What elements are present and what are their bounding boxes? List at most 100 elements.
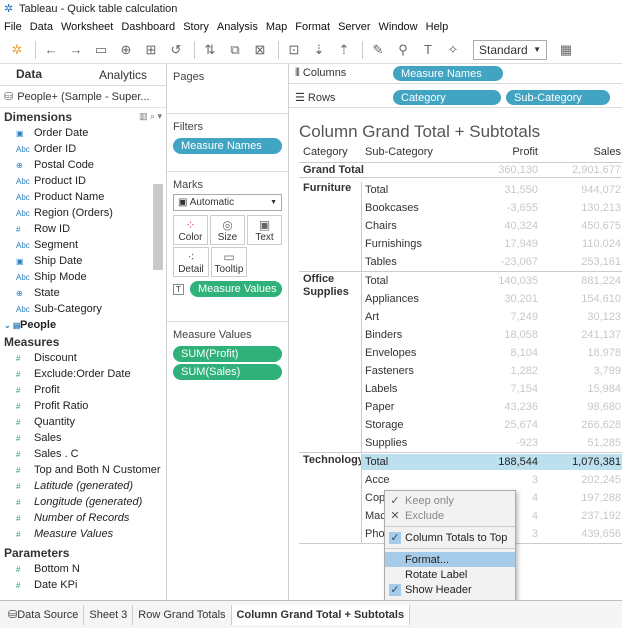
dimensions-scrollbar[interactable] bbox=[153, 184, 163, 270]
sales-cell[interactable]: 98,680 bbox=[544, 399, 621, 415]
measure-field[interactable]: # Latitude (generated) bbox=[0, 478, 166, 494]
tab-analytics[interactable]: Analytics bbox=[83, 64, 166, 85]
subcategory-cell[interactable]: Bookcases bbox=[365, 200, 419, 216]
dimension-field[interactable]: # Row ID bbox=[0, 221, 166, 237]
sales-cell[interactable]: 15,984 bbox=[544, 381, 621, 397]
menu-data[interactable]: Data bbox=[30, 21, 53, 33]
header-subcategory[interactable]: Sub-Category bbox=[365, 146, 433, 162]
text-button[interactable]: ▣ Text bbox=[247, 215, 282, 245]
dimension-field[interactable]: Abc Order ID bbox=[0, 141, 166, 157]
profit-cell[interactable]: -3,655 bbox=[459, 200, 538, 216]
dimension-field[interactable]: ▣ Ship Date bbox=[0, 253, 166, 269]
menu-story[interactable]: Story bbox=[183, 21, 209, 33]
profit-cell[interactable]: 17,949 bbox=[459, 236, 538, 252]
sales-cell[interactable]: 450,675 bbox=[544, 218, 621, 234]
rows-pill-category[interactable]: Category bbox=[393, 90, 501, 105]
subcategory-cell[interactable]: Total bbox=[365, 273, 388, 289]
tableau-home-icon[interactable]: ✲ bbox=[6, 39, 28, 61]
fit-dropdown[interactable]: Standard ▼ bbox=[473, 39, 547, 60]
dimension-field[interactable]: ⊕ State bbox=[0, 285, 166, 301]
rows-pill-subcategory[interactable]: Sub-Category bbox=[506, 90, 610, 105]
group-icon[interactable]: ⊡ bbox=[283, 39, 305, 61]
menu-worksheet[interactable]: Worksheet bbox=[61, 21, 113, 33]
forward-icon[interactable]: → bbox=[65, 39, 87, 61]
search-icon[interactable]: ▥ ⌕ ▾ bbox=[139, 111, 162, 122]
pill-sum-profit[interactable]: SUM(Profit) bbox=[173, 346, 282, 362]
measure-field[interactable]: # Exclude:Order Date bbox=[0, 366, 166, 382]
dimension-field[interactable]: Abc Segment bbox=[0, 237, 166, 253]
sales-cell[interactable]: 154,610 bbox=[544, 291, 621, 307]
profit-cell[interactable]: 25,674 bbox=[459, 417, 538, 433]
measure-field[interactable]: # Number of Records bbox=[0, 510, 166, 526]
menu-item-show-header[interactable]: ✓ Show Header bbox=[385, 582, 515, 597]
new-datasource-icon[interactable]: ⊕ bbox=[115, 39, 137, 61]
size-button[interactable]: ◎ Size bbox=[210, 215, 245, 245]
profit-cell[interactable]: 40,324 bbox=[459, 218, 538, 234]
category-header[interactable]: Technology bbox=[303, 454, 364, 467]
profit-cell[interactable]: 1,282 bbox=[459, 363, 538, 379]
subcategory-cell[interactable]: Paper bbox=[365, 399, 394, 415]
dimension-field[interactable]: Abc Product Name bbox=[0, 189, 166, 205]
new-worksheet-icon[interactable]: ⊞ bbox=[140, 39, 162, 61]
undo-icon[interactable]: ↺ bbox=[165, 39, 187, 61]
sales-cell[interactable]: 881,224 bbox=[544, 273, 621, 289]
menu-window[interactable]: Window bbox=[379, 21, 418, 33]
menu-file[interactable]: File bbox=[4, 21, 22, 33]
subcategory-cell[interactable]: Acce bbox=[365, 472, 389, 488]
label-icon[interactable]: T bbox=[417, 39, 439, 61]
sort-ascending-icon[interactable]: ⇣ bbox=[308, 39, 330, 61]
profit-cell[interactable]: 8,104 bbox=[459, 345, 538, 361]
subcategory-cell[interactable]: Tables bbox=[365, 254, 397, 270]
profit-cell[interactable]: -23,067 bbox=[459, 254, 538, 270]
menu-item-format[interactable]: Format... bbox=[385, 552, 515, 567]
measure-field[interactable]: # Profit Ratio bbox=[0, 398, 166, 414]
subcategory-cell[interactable]: Pho bbox=[365, 526, 385, 542]
pill-sum-sales[interactable]: SUM(Sales) bbox=[173, 364, 282, 380]
profit-cell[interactable]: 188,544 bbox=[459, 454, 538, 470]
subcategory-cell[interactable]: Supplies bbox=[365, 435, 407, 451]
subcategory-cell[interactable]: Binders bbox=[365, 327, 402, 343]
menu-item-exclude[interactable]: ✕ Exclude bbox=[385, 508, 515, 523]
measure-field[interactable]: # Longitude (generated) bbox=[0, 494, 166, 510]
menu-analysis[interactable]: Analysis bbox=[217, 21, 258, 33]
sales-cell[interactable]: 944,072 bbox=[544, 182, 621, 198]
datasource-row[interactable]: ⛁ People+ (Sample - Super... bbox=[0, 86, 166, 108]
color-button[interactable]: ⁘ Color bbox=[173, 215, 208, 245]
subcategory-cell[interactable]: Envelopes bbox=[365, 345, 416, 361]
subcategory-cell[interactable]: Art bbox=[365, 309, 379, 325]
duplicate-icon[interactable]: ⧉ bbox=[224, 39, 246, 61]
marks-pill-measure-values[interactable]: Measure Values bbox=[190, 281, 282, 297]
tab-data[interactable]: Data bbox=[0, 64, 83, 85]
show-me-icon[interactable]: ▦ bbox=[555, 39, 577, 61]
measure-field[interactable]: # Sales . C bbox=[0, 446, 166, 462]
sales-cell[interactable]: 237,192 bbox=[544, 508, 621, 524]
tab-row-grand-totals[interactable]: Row Grand Totals bbox=[133, 604, 232, 625]
highlight-icon[interactable]: ✎ bbox=[367, 39, 389, 61]
back-icon[interactable]: ← bbox=[40, 39, 62, 61]
header-profit[interactable]: Profit bbox=[459, 146, 538, 162]
measure-field[interactable]: # Profit bbox=[0, 382, 166, 398]
menu-item-keep-only[interactable]: ✓ Keep only bbox=[385, 493, 515, 508]
menu-dashboard[interactable]: Dashboard bbox=[121, 21, 175, 33]
sales-cell[interactable]: 266,628 bbox=[544, 417, 621, 433]
sales-cell[interactable]: 439,656 bbox=[544, 526, 621, 542]
filter-pill-measure-names[interactable]: Measure Names bbox=[173, 138, 282, 154]
tab-data-source[interactable]: ⛁ Data Source bbox=[0, 604, 85, 625]
subcategory-cell[interactable]: Labels bbox=[365, 381, 397, 397]
dimension-field[interactable]: Abc Ship Mode bbox=[0, 269, 166, 285]
sales-cell[interactable]: 30,123 bbox=[544, 309, 621, 325]
subcategory-cell[interactable]: Total bbox=[365, 182, 388, 198]
profit-cell[interactable]: -923 bbox=[459, 435, 538, 451]
folder-people[interactable]: ⌄ ▤ People bbox=[0, 317, 166, 333]
subcategory-cell[interactable]: Fasteners bbox=[365, 363, 414, 379]
sales-cell[interactable]: 130,213 bbox=[544, 200, 621, 216]
sales-cell[interactable]: 241,137 bbox=[544, 327, 621, 343]
sales-cell[interactable]: 1,076,381 bbox=[544, 454, 621, 470]
profit-cell[interactable]: 3 bbox=[459, 472, 538, 488]
grand-total-row[interactable]: Grand Total 360,130 2,901,677 bbox=[299, 162, 622, 178]
tooltip-button[interactable]: ▭ Tooltip bbox=[211, 247, 247, 277]
pin-icon[interactable]: ✧ bbox=[442, 39, 464, 61]
menu-item-column-totals-to-top[interactable]: ✓ Column Totals to Top bbox=[385, 530, 515, 545]
menu-map[interactable]: Map bbox=[266, 21, 287, 33]
header-category[interactable]: Category bbox=[303, 146, 348, 162]
